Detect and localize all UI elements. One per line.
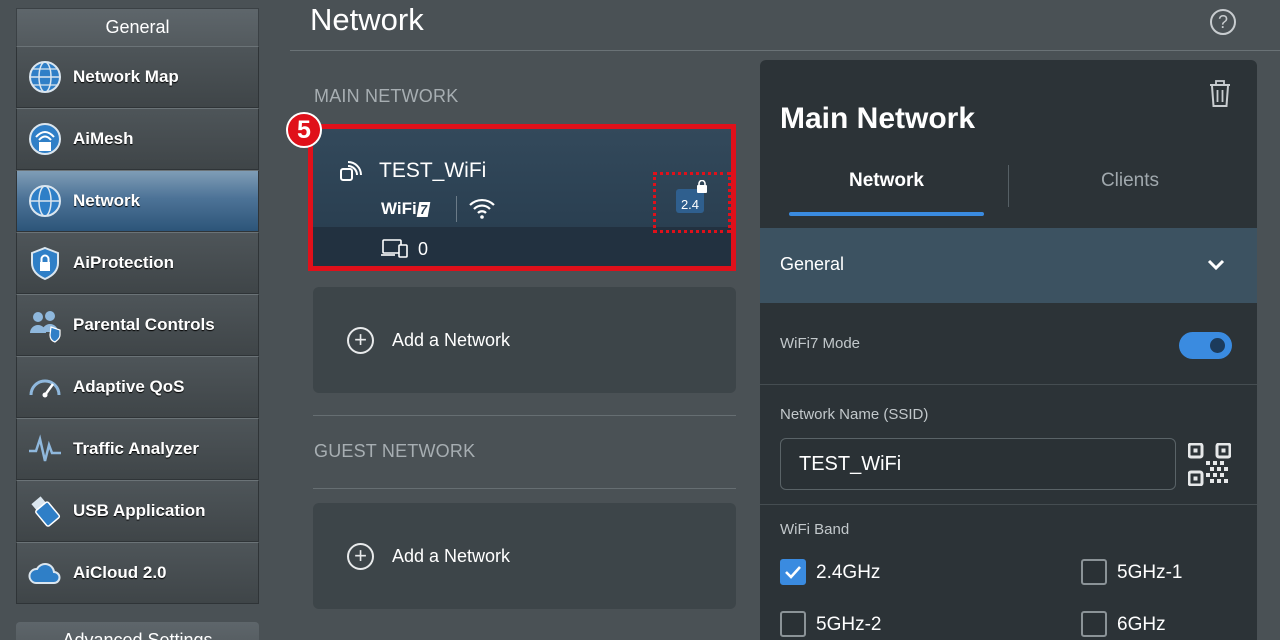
- sidebar-item-aiprotection[interactable]: AiProtection: [16, 232, 259, 294]
- tab-divider: [1008, 165, 1009, 207]
- network-globe-icon: [25, 181, 65, 221]
- wifi7-mode-label: WiFi7 Mode: [780, 335, 861, 352]
- cloud-icon: [25, 553, 65, 593]
- tab-clients[interactable]: Clients: [1010, 170, 1250, 192]
- band-2-4ghz-label: 2.4GHz: [816, 562, 881, 583]
- plus-circle-icon: +: [347, 542, 374, 570]
- sidebar: General Network Map AiMesh Network AiPro…: [16, 8, 259, 640]
- sidebar-item-adaptive-qos[interactable]: Adaptive QoS: [16, 356, 259, 418]
- sidebar-item-label: Traffic Analyzer: [73, 439, 199, 458]
- add-network-label: Add a Network: [392, 329, 511, 350]
- band-2-4ghz-checkbox[interactable]: [780, 559, 806, 585]
- pulse-icon: [25, 429, 65, 469]
- client-count: 0: [418, 239, 429, 259]
- usb-icon: [25, 491, 65, 531]
- band-security-icon-highlight[interactable]: 2.4: [653, 172, 731, 233]
- general-section-header[interactable]: General: [760, 228, 1257, 303]
- band-5ghz-2-checkbox[interactable]: [780, 611, 806, 637]
- guest-network-section-label: GUEST NETWORK: [314, 441, 476, 461]
- trash-icon[interactable]: [1208, 80, 1232, 113]
- sidebar-item-aimesh[interactable]: AiMesh: [16, 108, 259, 170]
- wifi-band-label: WiFi Band: [780, 521, 850, 538]
- band-6ghz-checkbox[interactable]: [1081, 611, 1107, 637]
- gauge-icon: [25, 367, 65, 407]
- band-5ghz-1-checkbox[interactable]: [1081, 559, 1107, 585]
- section-divider: [313, 415, 736, 416]
- qr-code-icon[interactable]: [1187, 442, 1232, 491]
- row-divider: [760, 384, 1257, 385]
- add-network-label: Add a Network: [392, 545, 511, 566]
- lock-icon: [696, 179, 708, 198]
- band-6ghz-label: 6GHz: [1117, 614, 1166, 635]
- page-title: Network: [310, 2, 424, 37]
- annotation-step-badge: 5: [286, 112, 322, 148]
- active-tab-indicator: [789, 212, 984, 216]
- header-divider: [290, 50, 1280, 51]
- sidebar-item-label: Parental Controls: [73, 315, 215, 334]
- wifi7-badge: WiFi 7: [381, 199, 431, 218]
- band-5ghz-1-label: 5GHz-1: [1117, 562, 1183, 583]
- help-icon[interactable]: ?: [1210, 9, 1236, 35]
- wifi-signal-icon: [468, 196, 496, 225]
- chevron-down-icon: [1204, 252, 1228, 281]
- ssid-input[interactable]: [780, 438, 1176, 490]
- row-divider: [760, 504, 1257, 505]
- sidebar-item-label: USB Application: [73, 501, 206, 520]
- card-divider: [456, 196, 457, 222]
- add-main-network-button[interactable]: + Add a Network: [313, 287, 736, 393]
- toggle-knob: [1210, 338, 1225, 353]
- general-section-label: General: [780, 254, 845, 274]
- globe-icon: [25, 57, 65, 97]
- panel-title: Main Network: [780, 102, 976, 135]
- aimesh-icon: [25, 119, 65, 159]
- sidebar-item-label: AiProtection: [73, 253, 175, 272]
- sidebar-item-traffic-analyzer[interactable]: Traffic Analyzer: [16, 418, 259, 480]
- checkmark-icon: [785, 566, 801, 579]
- main-network-section-label: MAIN NETWORK: [314, 86, 459, 106]
- wifi7-mode-toggle[interactable]: [1179, 332, 1232, 359]
- sidebar-item-network-map[interactable]: Network Map: [16, 46, 259, 108]
- sidebar-item-usb-application[interactable]: USB Application: [16, 480, 259, 542]
- shield-lock-icon: [25, 243, 65, 283]
- sidebar-item-label: AiCloud 2.0: [73, 563, 167, 582]
- network-ssid: TEST_WiFi: [379, 159, 487, 182]
- sidebar-header: General: [16, 8, 259, 46]
- plus-circle-icon: +: [347, 326, 374, 354]
- sidebar-item-label: Network Map: [73, 67, 179, 86]
- main-network-card[interactable]: TEST_WiFi WiFi 7 2.4 0: [308, 124, 736, 271]
- broadcast-icon: [339, 158, 365, 189]
- add-guest-network-button[interactable]: + Add a Network: [313, 503, 736, 609]
- sidebar-advanced-settings-header[interactable]: Advanced Settings: [16, 622, 259, 640]
- sidebar-item-aicloud[interactable]: AiCloud 2.0: [16, 542, 259, 604]
- sidebar-item-parental-controls[interactable]: Parental Controls: [16, 294, 259, 356]
- sidebar-item-label: AiMesh: [73, 129, 134, 148]
- sidebar-item-label: Network: [73, 191, 141, 210]
- devices-icon: [381, 237, 409, 264]
- tab-network[interactable]: Network: [790, 170, 983, 192]
- sidebar-item-network[interactable]: Network: [16, 170, 259, 232]
- sidebar-item-label: Adaptive QoS: [73, 377, 185, 396]
- band-5ghz-2-label: 5GHz-2: [816, 614, 882, 635]
- ssid-label: Network Name (SSID): [780, 406, 929, 423]
- family-icon: [25, 305, 65, 345]
- network-detail-panel: Main Network Network Clients General WiF…: [760, 60, 1257, 640]
- section-divider: [313, 488, 736, 489]
